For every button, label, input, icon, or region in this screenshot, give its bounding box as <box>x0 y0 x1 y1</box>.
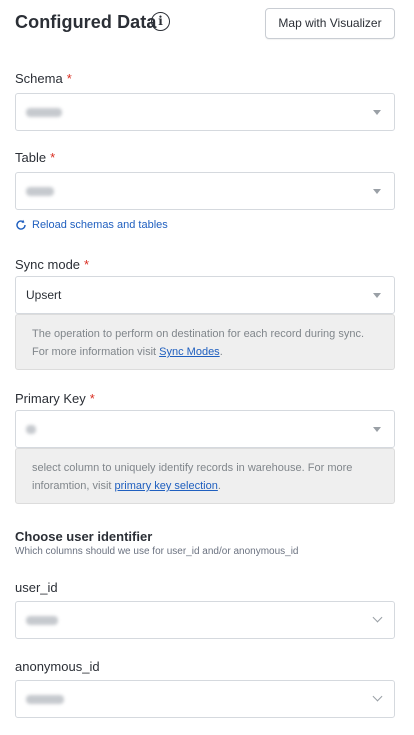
table-value-redacted <box>26 187 54 196</box>
refresh-icon <box>16 219 26 230</box>
caret-down-icon <box>373 110 381 115</box>
required-marker: * <box>50 150 56 165</box>
primary-key-select[interactable] <box>15 410 395 448</box>
primary-key-value-redacted <box>26 425 36 434</box>
table-select[interactable] <box>15 172 395 210</box>
sync-mode-select[interactable]: Upsert <box>15 276 395 314</box>
anonymous-id-value-redacted <box>26 695 64 704</box>
reload-label[interactable]: Reload schemas and tables <box>32 219 168 231</box>
sync-mode-label: Sync mode * <box>15 257 89 272</box>
primary-key-help: select column to uniquely identify recor… <box>15 448 395 504</box>
anonymous-id-label: anonymous_id <box>15 659 100 674</box>
page-title: Configured Data <box>15 12 157 32</box>
user-identifier-title: Choose user identifier <box>15 529 153 544</box>
help-period: . <box>219 346 223 358</box>
map-with-visualizer-button[interactable]: Map with Visualizer <box>265 8 395 39</box>
schema-select[interactable] <box>15 93 395 131</box>
caret-down-icon <box>373 189 381 194</box>
user-id-select[interactable] <box>15 601 395 639</box>
required-marker: * <box>66 71 72 86</box>
primary-key-label: Primary Key * <box>15 391 95 406</box>
anonymous-id-select[interactable] <box>15 680 395 718</box>
sync-modes-link[interactable]: Sync Modes <box>159 346 220 358</box>
table-label-text: Table <box>15 150 47 165</box>
schema-label: Schema * <box>15 71 72 86</box>
info-icon[interactable]: i <box>151 12 170 31</box>
user-id-label: user_id <box>15 580 58 595</box>
required-marker: * <box>84 257 90 272</box>
schema-label-text: Schema <box>15 71 63 86</box>
chevron-down-icon <box>372 612 383 623</box>
caret-down-icon <box>373 293 381 298</box>
sync-mode-label-text: Sync mode <box>15 257 81 272</box>
caret-down-icon <box>373 427 381 432</box>
header: Configured Data i Map with Visualizer <box>15 8 395 40</box>
help-period: . <box>217 480 221 492</box>
reload-schemas-link[interactable]: Reload schemas and tables <box>15 219 168 231</box>
sync-mode-help: The operation to perform on destination … <box>15 314 395 370</box>
table-label: Table * <box>15 150 55 165</box>
user-id-value-redacted <box>26 616 58 625</box>
chevron-down-icon <box>372 691 383 702</box>
schema-value-redacted <box>26 108 62 117</box>
sync-mode-value: Upsert <box>26 288 62 302</box>
user-identifier-subtitle: Which columns should we use for user_id … <box>15 546 299 557</box>
primary-key-label-text: Primary Key <box>15 391 86 406</box>
required-marker: * <box>89 391 95 406</box>
primary-key-selection-link[interactable]: primary key selection <box>115 480 218 492</box>
